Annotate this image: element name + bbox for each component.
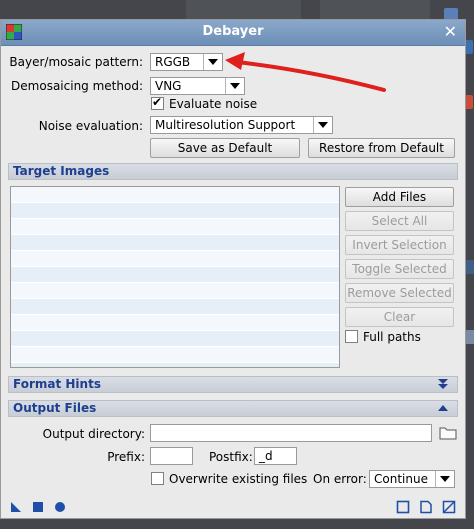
new-instance-icon[interactable]	[9, 500, 23, 514]
edit-document-icon[interactable]	[419, 500, 433, 514]
save-as-default-button[interactable]: Save as Default	[150, 138, 300, 158]
full-paths-label: Full paths	[363, 330, 421, 344]
checkmark-icon: ✔	[152, 95, 163, 109]
list-row	[11, 331, 339, 347]
target-images-list[interactable]	[10, 186, 340, 368]
prefix-label: Prefix:	[107, 450, 145, 464]
noise-evaluation-value: Multiresolution Support	[155, 118, 296, 132]
bayer-pattern-label: Bayer/mosaic pattern:	[9, 55, 143, 69]
full-paths-checkbox[interactable]	[345, 330, 358, 343]
on-error-select[interactable]: Continue	[369, 470, 455, 488]
list-row	[11, 283, 339, 299]
invert-selection-button[interactable]: Invert Selection	[345, 235, 454, 255]
format-hints-section-header[interactable]: Format Hints	[8, 376, 458, 393]
folder-icon[interactable]	[439, 425, 457, 440]
debayer-window: Debayer ✕ Bayer/mosaic pattern: RGGB Dem…	[0, 19, 466, 519]
noise-evaluation-label: Noise evaluation:	[38, 119, 143, 133]
evaluate-noise-label: Evaluate noise	[169, 97, 258, 111]
target-images-title: Target Images	[13, 164, 110, 178]
noise-evaluation-select[interactable]: Multiresolution Support	[150, 116, 333, 134]
evaluate-noise-checkbox[interactable]: ✔	[151, 95, 164, 110]
list-row	[11, 203, 339, 219]
output-files-title: Output Files	[13, 401, 97, 415]
apply-square-icon[interactable]	[31, 500, 45, 514]
bayer-pattern-value: RGGB	[155, 55, 191, 69]
output-directory-label: Output directory:	[42, 427, 145, 441]
target-images-section-header[interactable]: Target Images	[8, 163, 458, 180]
postfix-input[interactable]: _d	[254, 447, 297, 465]
list-row	[11, 315, 339, 331]
overwrite-existing-checkbox[interactable]	[151, 472, 164, 485]
clear-button[interactable]: Clear	[345, 307, 454, 327]
demosaicing-method-select[interactable]: VNG	[150, 77, 245, 95]
prefix-input[interactable]	[150, 447, 193, 465]
expand-chevron-icon[interactable]	[437, 378, 449, 390]
bg-process-tile	[320, 0, 430, 20]
chevron-down-icon	[225, 78, 244, 94]
browse-documentation-icon[interactable]	[396, 500, 410, 514]
list-row	[11, 219, 339, 235]
postfix-label: Postfix:	[209, 450, 253, 464]
toggle-selected-button[interactable]: Toggle Selected	[345, 259, 454, 279]
close-icon[interactable]: ✕	[444, 22, 457, 42]
collapse-chevron-icon[interactable]	[437, 402, 449, 414]
apply-global-icon[interactable]	[53, 500, 67, 514]
list-row	[11, 347, 339, 363]
chevron-down-icon	[435, 471, 454, 487]
add-files-button[interactable]: Add Files	[345, 187, 454, 207]
format-hints-title: Format Hints	[13, 377, 101, 391]
reset-icon[interactable]	[442, 500, 456, 514]
window-title: Debayer	[202, 24, 264, 39]
restore-from-default-button[interactable]: Restore from Default	[308, 138, 455, 158]
list-row	[11, 363, 339, 367]
on-error-label: On error:	[313, 472, 367, 486]
remove-selected-button[interactable]: Remove Selected	[345, 283, 454, 303]
bayer-pattern-select[interactable]: RGGB	[150, 53, 223, 71]
demosaicing-method-value: VNG	[155, 79, 182, 93]
list-row	[11, 251, 339, 267]
postfix-value: _d	[259, 449, 273, 463]
output-files-section-header[interactable]: Output Files	[8, 400, 458, 417]
list-row	[11, 235, 339, 251]
list-row	[11, 187, 339, 203]
select-all-button[interactable]: Select All	[345, 211, 454, 231]
output-directory-input[interactable]	[150, 424, 432, 442]
list-row	[11, 267, 339, 283]
on-error-value: Continue	[374, 472, 428, 486]
demosaicing-method-label: Demosaicing method:	[11, 79, 143, 93]
chevron-down-icon	[313, 117, 332, 133]
list-row	[11, 299, 339, 315]
bg-process-tile	[186, 0, 301, 20]
overwrite-existing-label: Overwrite existing files	[169, 472, 308, 486]
title-bar[interactable]: Debayer ✕	[1, 20, 465, 46]
